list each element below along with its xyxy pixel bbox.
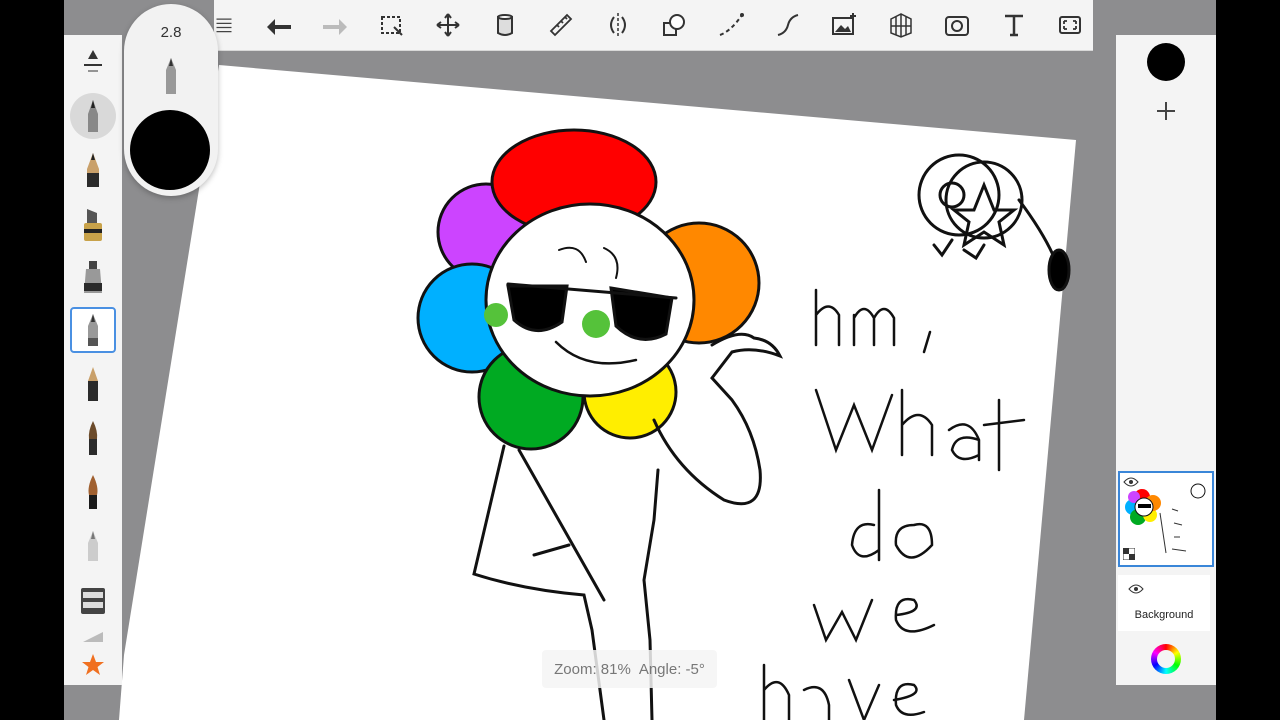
paint-brush-icon bbox=[88, 475, 98, 509]
undo-button[interactable] bbox=[256, 0, 302, 50]
redo-button[interactable] bbox=[313, 0, 359, 50]
brush-fine-pen[interactable] bbox=[70, 307, 116, 353]
perspective-icon bbox=[889, 13, 912, 38]
fullscreen-icon bbox=[1059, 16, 1082, 34]
curve-tool-button[interactable] bbox=[708, 0, 754, 50]
symmetry-icon bbox=[609, 13, 626, 37]
pencil-icon bbox=[87, 153, 99, 187]
brush-size-slider[interactable] bbox=[70, 39, 116, 85]
cheek-left bbox=[484, 303, 508, 327]
fill-tool-button[interactable] bbox=[482, 0, 528, 50]
redo-icon bbox=[323, 19, 348, 35]
fine-pen-icon bbox=[88, 314, 98, 346]
background-visibility-icon[interactable] bbox=[1128, 583, 1144, 595]
add-layer-icon[interactable] bbox=[1154, 99, 1178, 123]
smudge-icon bbox=[83, 632, 103, 642]
drawing-canvas[interactable] bbox=[64, 0, 1216, 720]
color-picker-button[interactable] bbox=[1147, 43, 1185, 81]
brush-eraser[interactable] bbox=[70, 577, 116, 623]
background-layer-label: Background bbox=[1134, 609, 1194, 621]
layer-1-visibility-icon[interactable] bbox=[1123, 476, 1139, 488]
symmetry-tool-button[interactable] bbox=[595, 0, 641, 50]
zoom-status: Zoom: 81% Angle: -5° bbox=[542, 650, 717, 688]
fill-icon bbox=[496, 14, 513, 36]
eraser-icon bbox=[81, 588, 105, 614]
brush-pencil-small[interactable] bbox=[70, 93, 116, 139]
ruler-tool-button[interactable] bbox=[539, 0, 585, 50]
brush-paint[interactable] bbox=[70, 469, 116, 515]
pencil-icon bbox=[88, 100, 98, 132]
brush-smudge[interactable] bbox=[70, 625, 116, 649]
blend-mode-icon[interactable] bbox=[1123, 548, 1135, 560]
slider-icon bbox=[84, 50, 102, 72]
capture-tool-button[interactable] bbox=[934, 0, 980, 50]
cheek-right bbox=[582, 310, 610, 338]
top-toolbar bbox=[214, 0, 1093, 51]
brush-fountain-pen[interactable] bbox=[70, 361, 116, 407]
shape-icon bbox=[663, 14, 686, 36]
curve-icon bbox=[719, 13, 745, 36]
brush-palette bbox=[64, 35, 122, 685]
fountain-pen-icon bbox=[88, 367, 98, 401]
text-icon bbox=[1004, 14, 1023, 37]
stroke-tool-button[interactable] bbox=[765, 0, 811, 50]
brush-icon bbox=[88, 421, 98, 455]
add-image-button[interactable] bbox=[821, 0, 867, 50]
right-panel: Background bbox=[1116, 35, 1216, 685]
sunglasses-left bbox=[506, 284, 569, 332]
angle-value: Angle: -5° bbox=[638, 660, 705, 678]
ruler-icon bbox=[550, 13, 573, 37]
ink-pen-icon bbox=[84, 261, 102, 293]
current-color-swatch[interactable] bbox=[130, 110, 210, 190]
layer-1-thumbnail[interactable] bbox=[1118, 471, 1214, 567]
favorites-star-icon bbox=[82, 654, 104, 675]
stroke-icon bbox=[777, 14, 798, 36]
shape-tool-button[interactable] bbox=[652, 0, 698, 50]
zoom-value: Zoom: 81% bbox=[554, 660, 631, 678]
transform-icon bbox=[436, 13, 460, 37]
text-tool-button[interactable] bbox=[991, 0, 1037, 50]
selection-tool-button[interactable] bbox=[369, 0, 415, 50]
airbrush-icon bbox=[88, 531, 98, 561]
sketchbook-app: 2.8 Background Zoom: 81% Angle: -5° bbox=[64, 0, 1216, 720]
background-layer[interactable]: Background bbox=[1118, 575, 1210, 631]
marker-icon bbox=[84, 209, 102, 241]
brush-size-value: 2.8 bbox=[160, 24, 182, 41]
color-wheel-icon[interactable] bbox=[1151, 644, 1181, 674]
brush-marker[interactable] bbox=[70, 201, 116, 247]
fullscreen-button[interactable] bbox=[1047, 0, 1093, 50]
selection-icon bbox=[380, 16, 403, 36]
brush-pencil[interactable] bbox=[70, 147, 116, 193]
brush-puck[interactable]: 2.8 bbox=[124, 4, 218, 196]
brush-ink-pen[interactable] bbox=[70, 255, 116, 301]
undo-icon bbox=[266, 19, 291, 35]
perspective-tool-button[interactable] bbox=[878, 0, 924, 50]
favorites-button[interactable] bbox=[70, 649, 116, 681]
transform-tool-button[interactable] bbox=[426, 0, 472, 50]
current-brush-icon bbox=[166, 58, 176, 94]
brush-airbrush[interactable] bbox=[70, 523, 116, 569]
image-icon bbox=[832, 13, 857, 35]
brush-round[interactable] bbox=[70, 415, 116, 461]
capture-icon bbox=[945, 16, 970, 36]
